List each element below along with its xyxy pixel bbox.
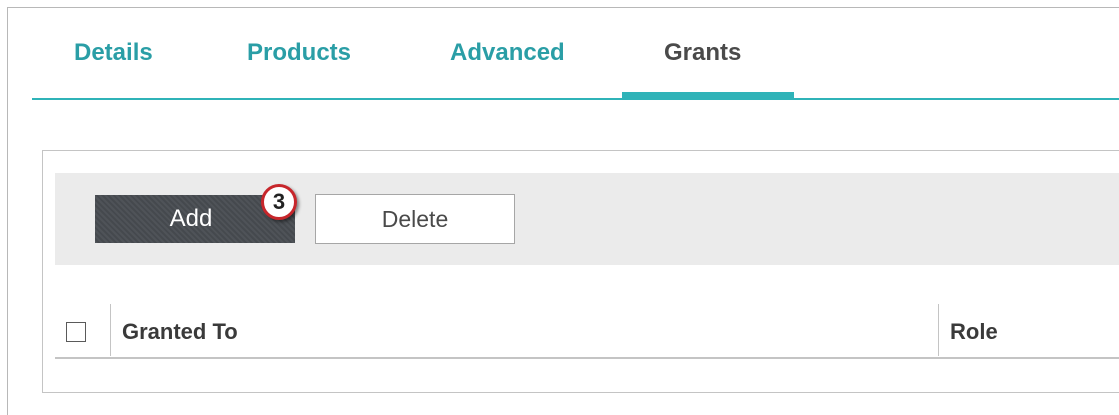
grants-panel: Add 3 Delete Granted To Role [42,150,1119,393]
active-tab-indicator [622,92,794,98]
tab-products[interactable]: Products [247,38,351,68]
delete-button[interactable]: Delete [315,194,515,244]
column-header-granted-to[interactable]: Granted To [122,318,238,346]
tab-bar: Details Products Advanced Grants [32,8,1119,100]
column-header-role[interactable]: Role [950,318,998,346]
delete-button-label: Delete [381,205,449,232]
table-header: Granted To Role [55,301,1119,359]
tab-advanced[interactable]: Advanced [450,38,565,68]
tab-grants[interactable]: Grants [664,38,741,68]
column-divider[interactable] [938,304,939,356]
grants-toolbar: Add 3 Delete [55,173,1119,265]
tab-details[interactable]: Details [74,38,153,68]
step-number-badge: 3 [261,184,297,220]
column-divider[interactable] [110,304,111,356]
select-all-checkbox[interactable] [66,322,86,342]
add-button-label: Add [169,205,213,232]
grants-frame: Details Products Advanced Grants Add 3 D… [7,7,1119,415]
